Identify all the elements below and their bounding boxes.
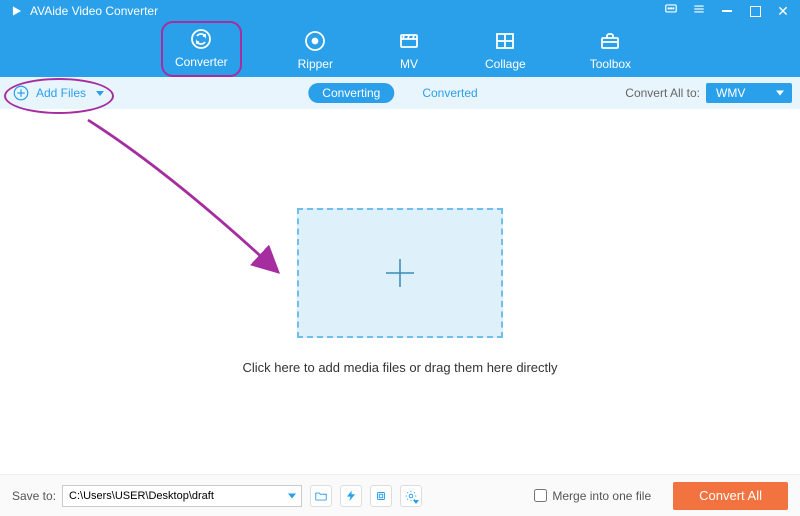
brand: AVAide Video Converter [10, 4, 158, 18]
status-tabs: Converting Converted [308, 83, 491, 103]
folder-icon [314, 489, 328, 503]
add-files-button[interactable]: Add Files [12, 84, 104, 102]
format-select[interactable]: WMV [706, 83, 792, 103]
menu-icon[interactable] [692, 2, 706, 21]
convert-all-button[interactable]: Convert All [673, 482, 788, 510]
add-files-label: Add Files [36, 86, 86, 100]
feedback-icon[interactable] [664, 2, 678, 21]
merge-checkbox-input[interactable] [534, 489, 547, 502]
titlebar: AVAide Video Converter ✕ [0, 0, 800, 22]
nav-label: Ripper [298, 57, 333, 71]
merge-checkbox[interactable]: Merge into one file [534, 489, 651, 503]
toolbox-icon [598, 29, 622, 53]
save-path-input[interactable] [62, 485, 302, 507]
nav-ripper[interactable]: Ripper [290, 27, 341, 77]
footer: Save to: Merge into one file Convert All [0, 474, 800, 516]
chevron-down-icon [96, 91, 104, 96]
main-area: Click here to add media files or drag th… [0, 109, 800, 474]
nav-toolbox[interactable]: Toolbox [582, 27, 639, 77]
window-controls: ✕ [664, 2, 790, 21]
tab-converting[interactable]: Converting [308, 83, 394, 103]
convert-all-to: Convert All to: WMV [625, 83, 792, 103]
header: AVAide Video Converter ✕ Converter [0, 0, 800, 77]
minimize-icon[interactable] [720, 4, 734, 18]
nav-label: Converter [175, 55, 228, 69]
plus-circle-icon [12, 84, 30, 102]
chip-icon [374, 489, 388, 503]
format-selected: WMV [716, 86, 745, 100]
logo-icon [10, 4, 24, 18]
hardware-accel-button[interactable] [340, 485, 362, 507]
mv-icon [397, 29, 421, 53]
app-title: AVAide Video Converter [30, 4, 158, 18]
merge-label: Merge into one file [552, 489, 651, 503]
nav-converter[interactable]: Converter [161, 21, 242, 77]
nav-mv[interactable]: MV [389, 27, 429, 77]
convert-all-to-label: Convert All to: [625, 86, 700, 100]
ripper-icon [303, 29, 327, 53]
nav-label: MV [400, 57, 418, 71]
main-nav: Converter Ripper MV Collage [0, 22, 800, 77]
maximize-icon[interactable] [748, 4, 762, 18]
task-schedule-button[interactable] [370, 485, 392, 507]
save-to: Save to: [12, 485, 302, 507]
chevron-down-icon [413, 500, 419, 504]
dropzone[interactable] [297, 208, 503, 338]
tab-converted[interactable]: Converted [408, 83, 491, 103]
nav-collage[interactable]: Collage [477, 27, 534, 77]
nav-label: Collage [485, 57, 526, 71]
nav-label: Toolbox [590, 57, 631, 71]
dropzone-text: Click here to add media files or drag th… [242, 360, 557, 375]
app-window: AVAide Video Converter ✕ Converter [0, 0, 800, 516]
close-icon[interactable]: ✕ [776, 4, 790, 18]
lightning-icon [344, 489, 358, 503]
subbar: Add Files Converting Converted Convert A… [0, 77, 800, 109]
save-to-label: Save to: [12, 489, 56, 503]
plus-icon [380, 253, 420, 293]
open-folder-button[interactable] [310, 485, 332, 507]
collage-icon [493, 29, 517, 53]
converter-icon [189, 27, 213, 51]
settings-button[interactable] [400, 485, 422, 507]
